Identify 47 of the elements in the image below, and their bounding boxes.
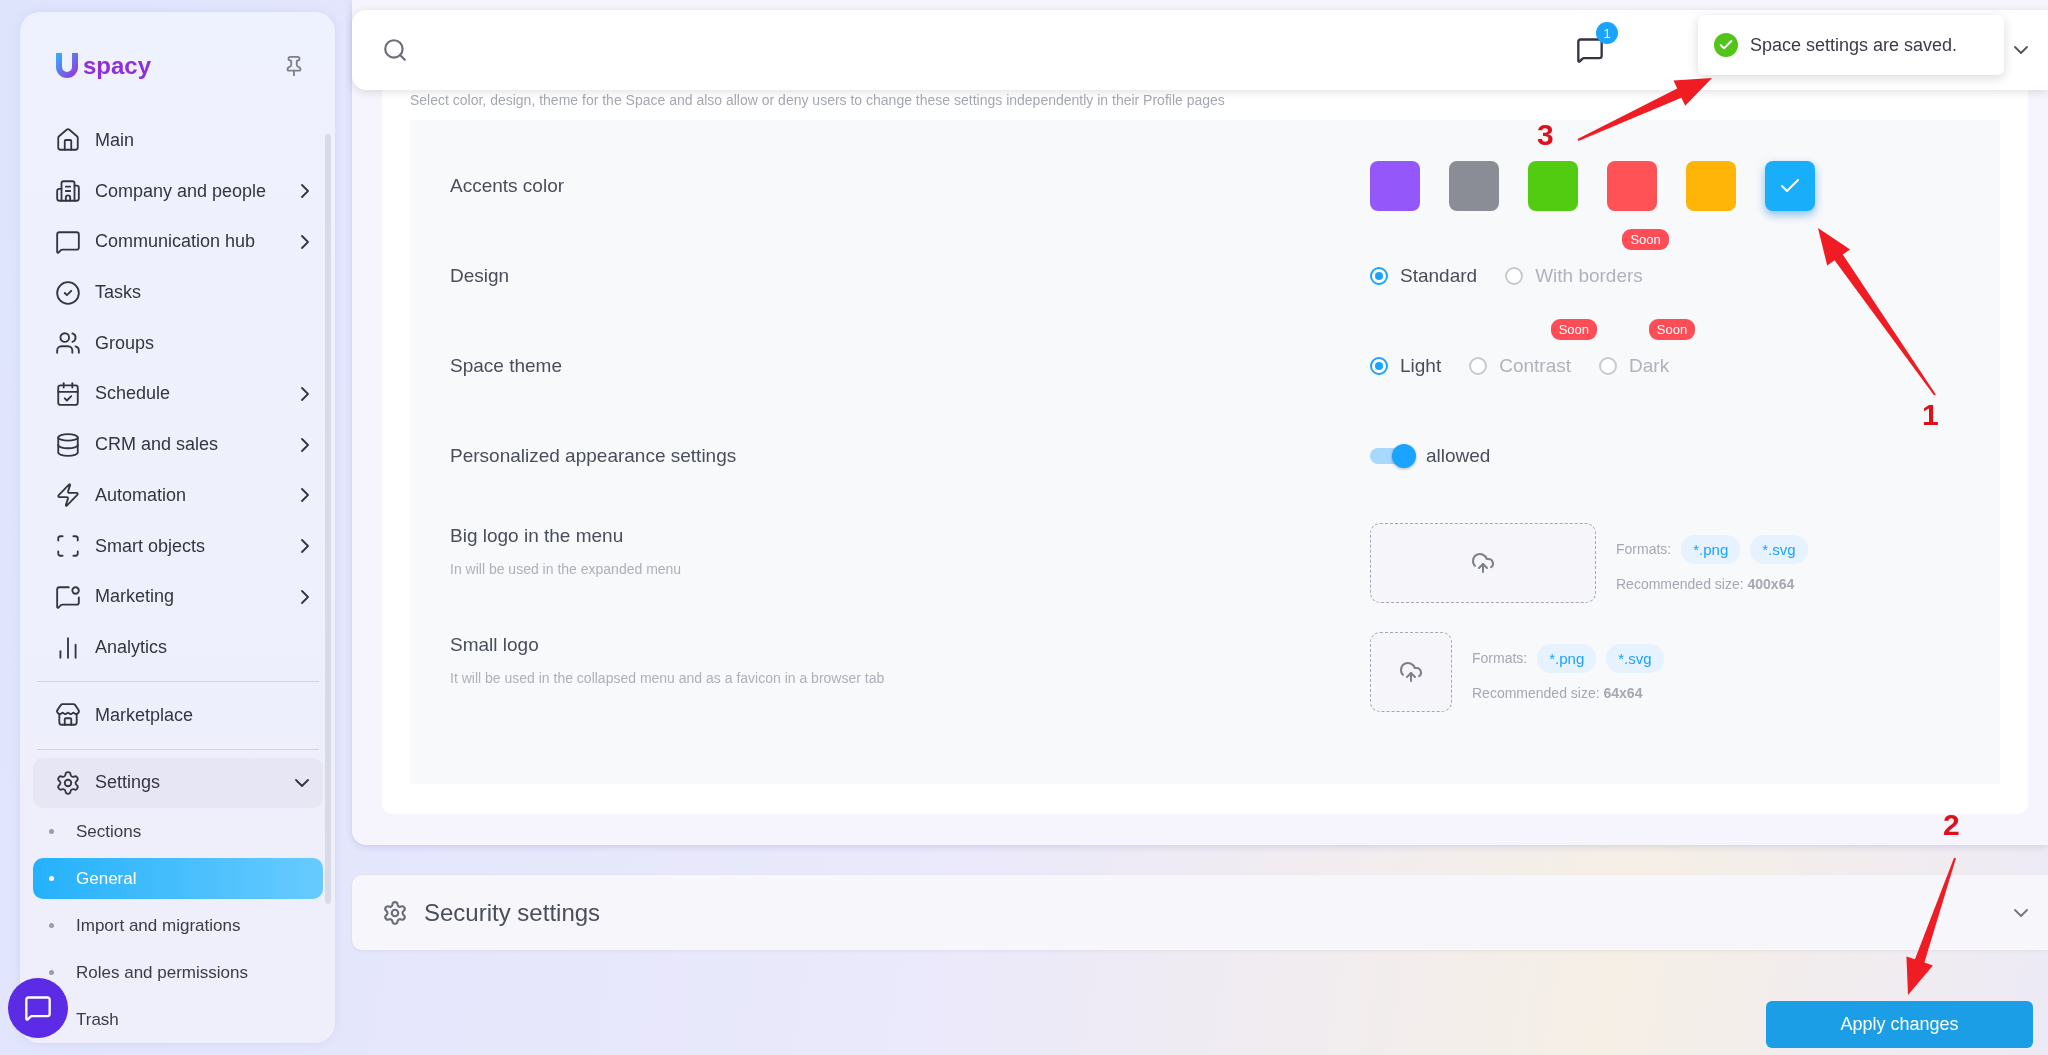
sidebar-item[interactable]: Schedule [33, 368, 323, 420]
format-chip: *.png [1537, 643, 1597, 673]
annotation-number: 1 [1922, 398, 1939, 432]
setting-label: Small logo [450, 634, 540, 656]
setting-hint: It will be used in the collapsed menu and as a favicon in a browser tab [450, 670, 886, 686]
toggle-text: allowed [1426, 445, 1491, 467]
format-chip: *.png [1681, 534, 1741, 564]
section-description: Select color, design, theme for the Space and also allow or deny users to change these settings independently in their Profile pages [410, 91, 1226, 110]
sidebar-item[interactable]: Analytics [33, 622, 323, 673]
logo-text: spacy [83, 51, 152, 80]
sidebar-item[interactable]: Company and people [33, 165, 323, 217]
annotation-number: 2 [1943, 808, 1960, 842]
formats-label: Formats: [1616, 541, 1672, 557]
formats-label: Formats: [1472, 650, 1528, 666]
recommended-size: Recommended size: 64x64 [1472, 684, 1644, 701]
sidebar-subitem[interactable]: Sections [76, 821, 142, 842]
sidebar-item[interactable]: Marketing [33, 571, 323, 623]
notification-badge: 1 [1596, 22, 1618, 44]
format-chip: *.svg [1750, 534, 1808, 564]
sidebar-subitem[interactable]: Roles and permissions [76, 962, 248, 983]
sidebar-item[interactable]: Communication hub [33, 216, 323, 268]
sidebar-item[interactable]: Settings [33, 757, 323, 809]
sidebar-item[interactable]: Tasks [33, 267, 323, 318]
sidebar-subitem[interactable]: Trash [76, 1009, 119, 1030]
soon-badge: Soon [1648, 319, 1696, 340]
toast-notification: Space settings are saved. [1698, 15, 2004, 75]
sidebar-subitem[interactable]: Import and migrations [76, 915, 241, 936]
radio-label[interactable]: Standard [1400, 265, 1478, 287]
sidebar-item[interactable]: Main [33, 115, 323, 166]
radio-label[interactable]: Light [1400, 355, 1442, 377]
recommended-size: Recommended size: 400x64 [1616, 575, 1796, 592]
setting-label: Personalized appearance settings [450, 445, 738, 467]
sidebar-item[interactable]: Smart objects [33, 520, 323, 572]
sidebar-item[interactable]: Groups [33, 317, 323, 369]
setting-label: Space theme [450, 355, 563, 377]
sidebar-item[interactable]: CRM and sales [33, 419, 323, 471]
soon-badge: Soon [1550, 319, 1597, 340]
setting-label: Accents color [450, 175, 566, 197]
sidebar-item[interactable]: Automation [33, 470, 323, 521]
security-settings-bar[interactable]: Security settings [352, 875, 2048, 950]
setting-hint: In will be used in the expanded menu [450, 561, 683, 577]
setting-label: Design [450, 265, 511, 287]
sidebar-item[interactable]: Marketplace [33, 689, 323, 741]
format-chip: *.svg [1606, 643, 1664, 673]
soon-badge: Soon [1622, 229, 1669, 250]
setting-label: Big logo in the menu [450, 525, 625, 547]
annotation-number: 3 [1537, 118, 1554, 152]
